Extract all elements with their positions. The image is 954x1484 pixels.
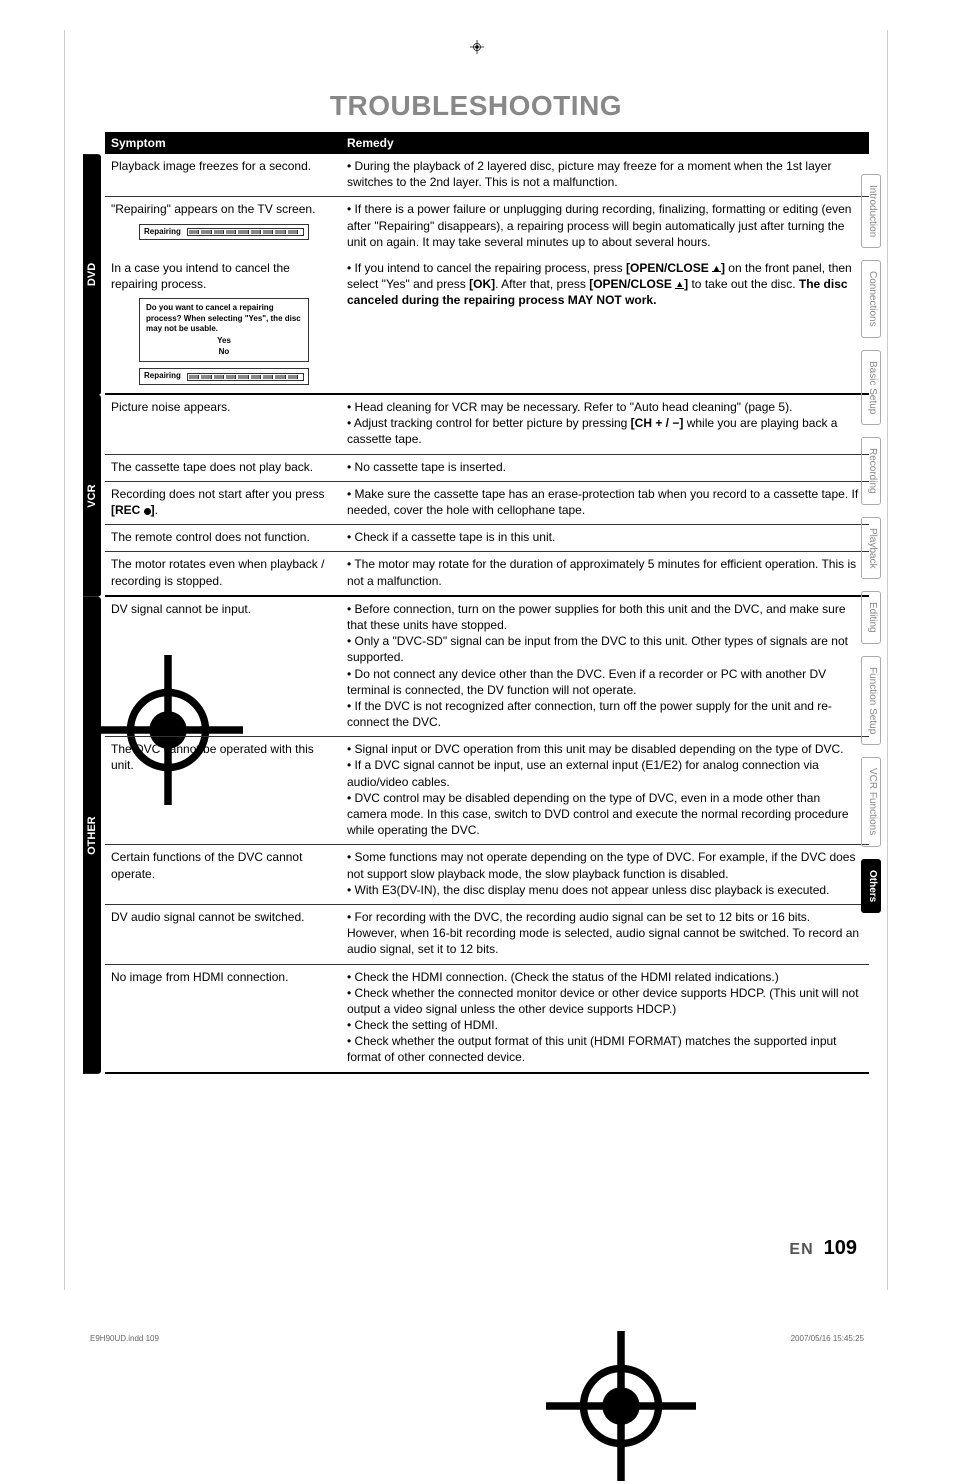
vcr-rem-1: • Head cleaning for VCR may be necessary… [341,395,869,454]
section-tab-dvd: DVD [83,154,101,395]
registration-mark-right [922,655,936,669]
progress-bar-icon [187,228,304,236]
tab-vcr-functions[interactable]: VCR Functions [861,757,881,846]
progress-bar-icon-2 [187,373,304,381]
vcr-rem-2: • No cassette tape is inserted. [341,454,869,481]
dvd-sym-3: In a case you intend to cancel the repai… [105,256,341,394]
oth-sym-3: Certain functions of the DVC cannot oper… [105,845,341,905]
registration-mark-bottom [471,1331,483,1343]
opt-no: No [219,347,230,356]
tab-function-setup[interactable]: Function Setup [861,656,881,745]
page-number: EN 109 [789,1237,857,1260]
imprint-timestamp: 2007/05/16 15:45:25 [791,1334,864,1343]
section-tab-vcr: VCR [83,395,101,597]
col-remedy: Remedy [341,132,869,154]
tab-playback[interactable]: Playback [861,517,881,580]
dvd-rem-3: • If you intend to cancel the repairing … [341,256,869,394]
repairing-label: Repairing [144,227,181,238]
troubleshooting-table: Symptom Remedy [105,132,869,154]
oth-rem-4: • For recording with the DVC, the record… [341,904,869,964]
dvd-sym-3-text: In a case you intend to cancel the repai… [111,261,290,291]
page-lang: EN [789,1241,813,1258]
dvd-rem-1: • During the playback of 2 layered disc,… [341,154,869,197]
opt-yes: Yes [217,336,231,345]
imprint-filename: E9H90UD.indd 109 [90,1334,159,1343]
oth-rem-5: • Check the HDMI connection. (Check the … [341,964,869,1073]
registration-mark-left [18,655,32,669]
chapter-tabs: Introduction Connections Basic Setup Rec… [861,174,881,913]
repairing-label-2: Repairing [144,371,181,382]
vcr-sym-4: The remote control does not function. [105,525,341,552]
vcr-sym-3: Recording does not start after you press… [105,481,341,524]
col-symptom: Symptom [105,132,341,154]
repairing-progress-box: Repairing [139,224,309,241]
tab-recording[interactable]: Recording [861,437,881,505]
oth-sym-1: DV signal cannot be input. [105,597,341,737]
tab-basic-setup[interactable]: Basic Setup [861,350,881,425]
record-dot-icon [144,508,151,515]
cancel-msg: Do you want to cancel a repairing proces… [146,303,302,334]
repairing-progress-box-2: Repairing [139,368,309,385]
page-title: TROUBLESHOOTING [83,90,869,122]
oth-sym-2: The DVC cannot be operated with this uni… [105,737,341,845]
vcr-sym-2: The cassette tape does not play back. [105,454,341,481]
section-tab-other: OTHER [83,597,101,1074]
tab-connections[interactable]: Connections [861,260,881,338]
oth-rem-2: • Signal input or DVC operation from thi… [341,737,869,845]
vcr-rem-3: • Make sure the cassette tape has an era… [341,481,869,524]
eject-icon-2: ▲ [675,282,684,288]
oth-sym-5: No image from HDMI connection. [105,964,341,1073]
vcr-rem-5: • The motor may rotate for the duration … [341,552,869,596]
dvd-sym-2: "Repairing" appears on the TV screen. Re… [105,197,341,256]
tab-editing[interactable]: Editing [861,591,881,644]
dvd-sym-2-text: "Repairing" appears on the TV screen. [111,202,315,216]
dvd-sym-1: Playback image freezes for a second. [105,154,341,197]
oth-rem-1: • Before connection, turn on the power s… [341,597,869,737]
vcr-sym-1: Picture noise appears. [105,395,341,454]
vcr-sym-5: The motor rotates even when playback / r… [105,552,341,596]
page-n: 109 [824,1237,857,1259]
oth-sym-4: DV audio signal cannot be switched. [105,904,341,964]
oth-rem-3: • Some functions may not operate dependi… [341,845,869,905]
eject-icon: ▲ [712,266,721,272]
tab-others[interactable]: Others [861,859,881,913]
vcr-rem-4: • Check if a cassette tape is in this un… [341,525,869,552]
manual-page: TROUBLESHOOTING Symptom Remedy DVD Playb… [64,30,888,1290]
tab-introduction[interactable]: Introduction [861,174,881,248]
dvd-rem-2: • If there is a power failure or unplugg… [341,197,869,256]
cancel-repair-dialog: Do you want to cancel a repairing proces… [139,298,309,362]
